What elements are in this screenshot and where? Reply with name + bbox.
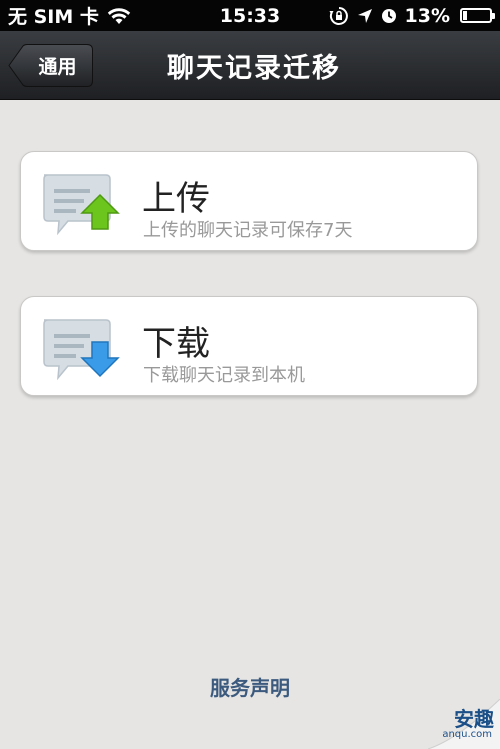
location-icon <box>357 8 372 23</box>
battery-percent: 13% <box>404 4 450 27</box>
status-bar: 无 SIM 卡 15:33 13% <box>0 0 500 31</box>
upload-subtitle: 上传的聊天记录可保存7天 <box>143 220 353 241</box>
watermark-logo: 安趣 anqu.com <box>427 698 500 749</box>
nav-bar: 通用 聊天记录迁移 <box>0 31 500 100</box>
upload-title: 上传 <box>142 179 210 219</box>
download-card[interactable]: 下载 下载聊天记录到本机 <box>20 296 478 396</box>
watermark-brand: 安趣 <box>454 707 494 731</box>
chat-download-icon <box>43 319 120 381</box>
screen: 无 SIM 卡 15:33 13% 通用 聊天记录迁移 上传 上传的聊天记录可保… <box>0 0 500 749</box>
carrier-label: 无 SIM 卡 <box>8 6 99 28</box>
battery-icon <box>460 8 495 23</box>
upload-card[interactable]: 上传 上传的聊天记录可保存7天 <box>20 151 478 251</box>
service-statement-link[interactable]: 服务声明 <box>0 672 500 701</box>
chat-upload-icon <box>43 174 120 236</box>
download-subtitle: 下载聊天记录到本机 <box>143 365 305 386</box>
wifi-icon <box>107 7 131 24</box>
alarm-clock-icon <box>381 8 396 23</box>
rotation-lock-icon <box>329 6 348 25</box>
back-button-label: 通用 <box>38 56 77 78</box>
download-title: 下载 <box>142 324 210 364</box>
watermark-url: anqu.com <box>442 729 492 740</box>
